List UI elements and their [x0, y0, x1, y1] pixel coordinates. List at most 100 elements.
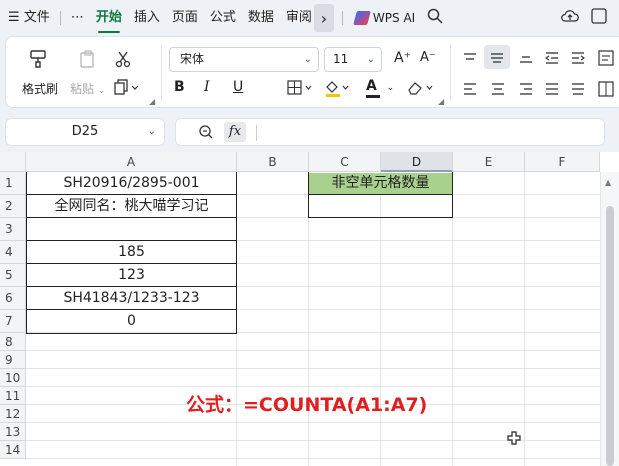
column-header-d[interactable]: D — [381, 152, 453, 172]
align-middle-icon[interactable] — [484, 45, 510, 69]
cell-a6[interactable]: SH41843/1233-123 — [27, 288, 236, 309]
row-header-3[interactable]: 3 — [0, 218, 26, 241]
cell-c2-merged[interactable] — [309, 196, 452, 217]
ribbon-divider — [450, 45, 451, 101]
font-name-select[interactable]: 宋体 ⌄ — [169, 47, 319, 72]
border-icon[interactable] — [287, 80, 315, 96]
file-menu[interactable]: ☰ 文件 — [0, 0, 56, 36]
spreadsheet-grid[interactable]: A B C D E F 1 2 3 4 5 6 7 8 9 10 11 12 1… — [0, 152, 619, 466]
row-header-2[interactable]: 2 — [0, 195, 26, 218]
row-header-6[interactable]: 6 — [0, 287, 26, 310]
cell-border — [26, 240, 237, 241]
zoom-icon[interactable] — [198, 124, 214, 144]
justify-icon[interactable] — [544, 82, 560, 96]
cell-border — [308, 194, 453, 195]
align-right-icon[interactable] — [518, 82, 534, 96]
column-header-b[interactable]: B — [237, 152, 309, 172]
tab-insert[interactable]: 插入 — [128, 0, 166, 36]
row-header-11[interactable]: 11 — [0, 387, 26, 405]
cell-border — [26, 333, 237, 334]
gridline — [26, 458, 600, 459]
search-icon[interactable] — [427, 8, 443, 28]
cell-cursor-icon — [507, 431, 521, 449]
wps-ai-label: WPS AI — [372, 11, 416, 25]
tab-data[interactable]: 数据 — [242, 0, 280, 36]
row-header-13[interactable]: 13 — [0, 423, 26, 441]
function-icon[interactable]: fx — [224, 122, 246, 142]
decrease-indent-icon[interactable] — [544, 51, 560, 65]
font-color-icon[interactable]: A ⌄ — [366, 78, 394, 94]
font-color-swatch — [366, 95, 380, 98]
name-box[interactable]: D25 ⌄ — [5, 118, 165, 146]
decrease-font-icon[interactable]: A⁻ — [420, 50, 436, 65]
cell-a4[interactable]: 185 — [27, 242, 236, 263]
more-tabs-button[interactable]: › — [313, 4, 334, 32]
eraser-icon[interactable] — [406, 80, 436, 96]
underline-button[interactable]: U — [233, 79, 243, 95]
cell-c1-merged[interactable]: 非空单元格数量 — [309, 173, 452, 194]
cell-a1[interactable]: SH20916/2895-001 — [27, 173, 236, 194]
dialog-launcher-icon[interactable]: ◢ — [438, 97, 444, 106]
row-header-8[interactable]: 8 — [0, 333, 26, 351]
share-icon[interactable] — [591, 8, 607, 28]
row-header-1[interactable]: 1 — [0, 172, 26, 195]
row-header-7[interactable]: 7 — [0, 310, 26, 333]
fill-color-icon[interactable] — [324, 79, 352, 97]
tab-review[interactable]: 审阅 — [280, 0, 312, 36]
ribbon-divider — [161, 45, 162, 101]
align-bottom-icon[interactable] — [518, 51, 534, 65]
align-center-icon[interactable] — [490, 82, 506, 96]
row-header-10[interactable]: 10 — [0, 369, 26, 387]
formula-divider — [256, 125, 257, 141]
file-menu-label: 文件 — [23, 10, 50, 25]
dialog-launcher-icon[interactable]: ◢ — [149, 97, 155, 106]
scrollbar-thumb[interactable] — [606, 206, 614, 466]
row-header-4[interactable]: 4 — [0, 241, 26, 264]
wrap-text-icon[interactable] — [598, 50, 614, 66]
wps-ai-button[interactable]: WPS AI — [353, 11, 416, 25]
font-size-select[interactable]: 11 ⌄ — [324, 47, 382, 72]
format-painter-icon[interactable] — [28, 49, 48, 69]
row-header-5[interactable]: 5 — [0, 264, 26, 287]
increase-font-icon[interactable]: A⁺ — [394, 50, 411, 66]
increase-indent-icon[interactable] — [570, 51, 586, 65]
hamburger-icon: ☰ — [8, 10, 20, 25]
tab-formulas[interactable]: 公式 — [204, 0, 242, 36]
formula-bar[interactable]: fx — [175, 118, 605, 146]
italic-button[interactable]: I — [204, 79, 210, 95]
cell-border — [26, 309, 237, 310]
paste-label[interactable]: 粘贴 ⌄ — [70, 80, 105, 97]
paste-icon[interactable] — [78, 49, 98, 69]
cell-a3[interactable] — [27, 219, 236, 240]
row-header-9[interactable]: 9 — [0, 351, 26, 369]
cloud-upload-icon[interactable] — [561, 8, 580, 28]
align-top-icon[interactable] — [462, 51, 478, 65]
cell-a2[interactable]: 全网同名：桃大喵学习记 — [27, 196, 236, 217]
column-header-e[interactable]: E — [453, 152, 525, 172]
vertical-scrollbar[interactable]: ▲ — [600, 172, 619, 466]
column-header-f[interactable]: F — [525, 152, 600, 172]
cell-a7[interactable]: 0 — [27, 311, 236, 332]
copy-icon[interactable] — [114, 79, 140, 95]
tab-home[interactable]: 开始 — [90, 0, 128, 36]
row-header-12[interactable]: 12 — [0, 405, 26, 423]
scroll-up-icon[interactable]: ▲ — [605, 178, 611, 187]
distributed-align-icon[interactable] — [570, 82, 586, 96]
row-header-14[interactable]: 14 — [0, 441, 26, 459]
bold-button[interactable]: B — [174, 79, 185, 95]
format-painter-label[interactable]: 格式刷 — [22, 80, 58, 97]
merge-cells-icon[interactable] — [598, 81, 614, 97]
cell-a5[interactable]: 123 — [27, 265, 236, 286]
select-all-corner[interactable] — [0, 152, 26, 172]
spreadsheet-window: ☰ 文件 ⋯ 开始 插入 页面 公式 数据 审阅 › WPS AI 格式刷 粘贴… — [0, 0, 619, 466]
more-options-icon[interactable]: ⋯ — [65, 0, 90, 36]
wps-ai-logo-icon — [353, 11, 371, 25]
scissors-icon[interactable] — [114, 50, 132, 68]
tab-page[interactable]: 页面 — [166, 0, 204, 36]
column-header-c[interactable]: C — [309, 152, 381, 172]
gridline — [26, 386, 600, 387]
chevron-down-icon: ⌄ — [386, 83, 395, 93]
column-header-a[interactable]: A — [26, 152, 237, 172]
align-left-icon[interactable] — [462, 82, 478, 96]
ribbon-toolbar: 格式刷 粘贴 ⌄ 宋体 ⌄ 11 ⌄ A⁺ A⁻ B I U A ⌄ ◢ ◢ — [5, 36, 619, 108]
